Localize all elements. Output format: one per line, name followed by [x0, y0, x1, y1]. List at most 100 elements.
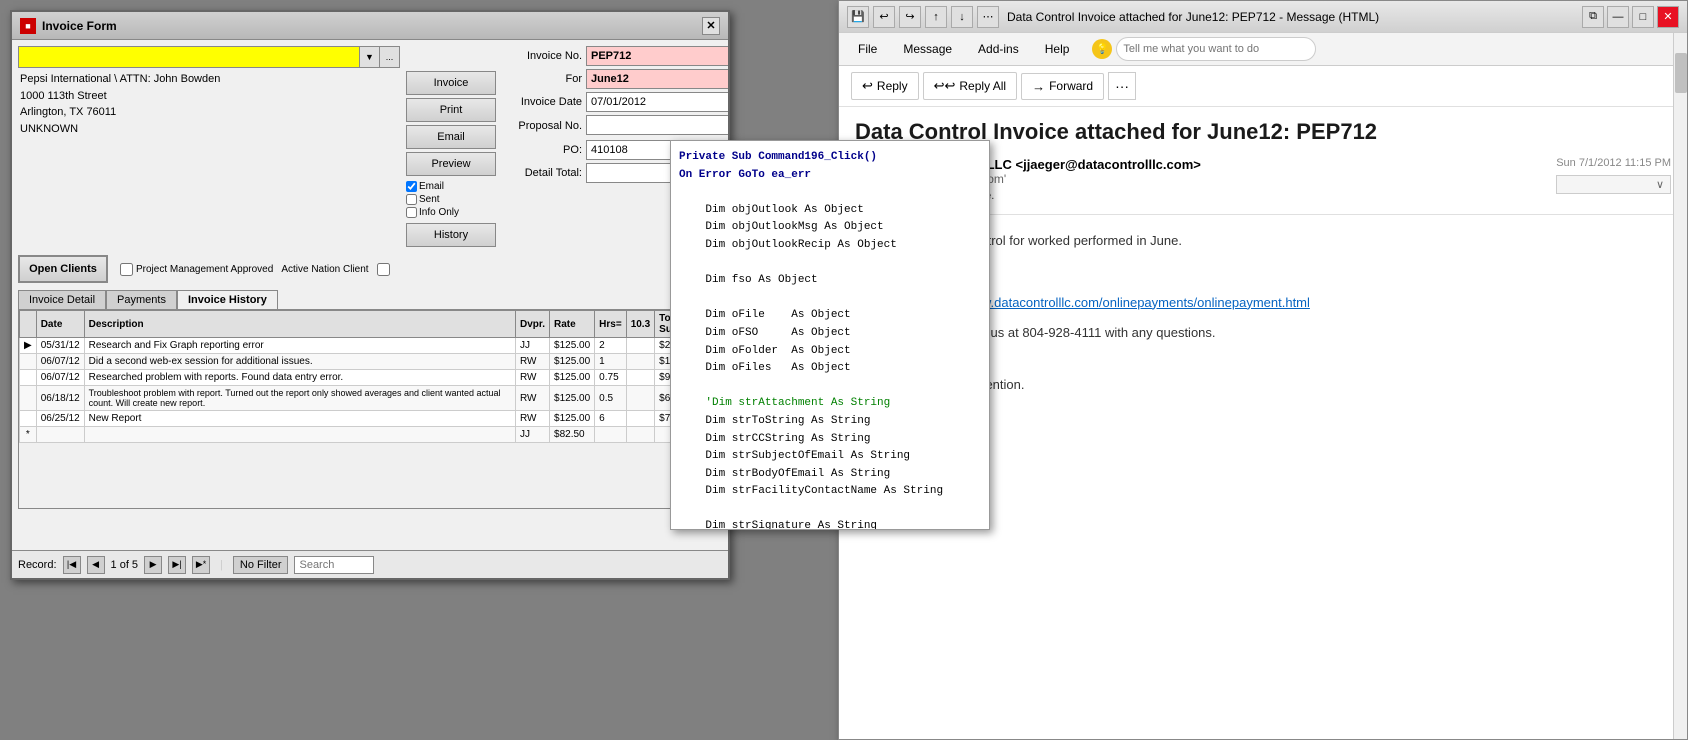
up-icon[interactable]: ↑ — [925, 6, 947, 28]
save-icon[interactable]: 💾 — [847, 6, 869, 28]
maximize-icon[interactable]: □ — [1632, 6, 1654, 28]
search-input[interactable] — [294, 556, 374, 574]
code-popup: Private Sub Command196_Click() On Error … — [670, 140, 990, 530]
open-clients-button[interactable]: Open Clients — [18, 255, 108, 283]
email-checkbox-item[interactable]: Email — [406, 181, 496, 192]
cell-rate: $125.00 — [550, 354, 595, 370]
cell-103 — [626, 370, 654, 386]
email-checkbox[interactable] — [406, 181, 417, 192]
prev-record-button[interactable]: ◀ — [87, 556, 105, 574]
invoice-date-input[interactable] — [586, 92, 728, 112]
sent-checkbox-item[interactable]: Sent — [406, 194, 496, 205]
table-row: 06/07/12 Researched problem with reports… — [20, 370, 721, 386]
code-line: Dim strSignature As String — [679, 518, 981, 530]
cell-date: 06/25/12 — [36, 411, 84, 427]
cell-103 — [626, 338, 654, 354]
popout-icon[interactable]: ⧉ — [1582, 6, 1604, 28]
first-record-button[interactable]: |◀ — [63, 556, 81, 574]
proposal-no-input[interactable] — [586, 115, 728, 135]
record-label: Record: — [18, 559, 57, 571]
clients-row: Open Clients Project Management Approved… — [18, 251, 722, 287]
pm-approved-checkbox[interactable] — [120, 263, 133, 276]
dropdown-arrow-icon[interactable]: ▼ — [360, 46, 380, 68]
no-filter-button[interactable]: No Filter — [233, 556, 289, 574]
reply-button[interactable]: ↩ Reply — [851, 72, 919, 100]
scrollbar[interactable] — [1673, 33, 1687, 739]
for-row: For — [502, 69, 722, 89]
email-ribbon: File Message Add-ins Help 💡 — [839, 33, 1687, 66]
col-arrow — [20, 311, 37, 338]
proposal-no-label: Proposal No. — [502, 120, 582, 132]
table-row: 06/07/12 Did a second web-ex session for… — [20, 354, 721, 370]
expand-button[interactable]: ∨ — [1556, 175, 1671, 194]
client-input[interactable] — [18, 46, 360, 68]
browse-button[interactable]: ... — [380, 46, 400, 68]
col-description: Description — [84, 311, 515, 338]
email-button[interactable]: Email — [406, 125, 496, 149]
row-arrow — [20, 386, 37, 411]
email-meta: Sun 7/1/2012 11:15 PM ∨ — [1556, 157, 1671, 194]
po-label: PO: — [502, 144, 582, 156]
info-only-checkbox[interactable] — [406, 207, 417, 218]
for-input[interactable] — [586, 69, 728, 89]
email-window-title: Data Control Invoice attached for June12… — [1007, 10, 1574, 24]
cell-dvpr: RW — [516, 386, 550, 411]
tell-me-input[interactable] — [1116, 37, 1316, 61]
client-address: Pepsi International \ ATTN: John Bowden … — [18, 71, 400, 137]
reply-icon: ↩ — [862, 78, 873, 94]
undo-icon[interactable]: ↩ — [873, 6, 895, 28]
close-icon[interactable]: ✕ — [1657, 6, 1679, 28]
minimize-icon[interactable]: — — [1607, 6, 1629, 28]
forward-button[interactable]: → Forward — [1021, 73, 1104, 100]
code-line: Dim strCCString As String — [679, 431, 981, 449]
tab-invoice-detail[interactable]: Invoice Detail — [18, 290, 106, 309]
window-controls: ⧉ — □ ✕ — [1582, 6, 1679, 28]
new-record-button[interactable]: ▶* — [192, 556, 210, 574]
ribbon-tab-file[interactable]: File — [847, 37, 888, 61]
tab-invoice-history[interactable]: Invoice History — [177, 290, 278, 309]
print-button[interactable]: Print — [406, 98, 496, 122]
status-bar: Record: |◀ ◀ 1 of 5 ▶ ▶| ▶* | No Filter — [12, 550, 728, 578]
ribbon-tab-message[interactable]: Message — [892, 37, 963, 61]
pm-approved-checkbox-item[interactable]: Project Management Approved — [120, 263, 273, 276]
more-icon[interactable]: ⋯ — [977, 6, 999, 28]
address-line1: Pepsi International \ ATTN: John Bowden — [20, 71, 400, 88]
cell-date: 05/31/12 — [36, 338, 84, 354]
last-record-button[interactable]: ▶| — [168, 556, 186, 574]
cell-hrs — [595, 427, 627, 443]
invoice-no-label: Invoice No. — [502, 50, 582, 62]
row-arrow — [20, 411, 37, 427]
cell-description: New Report — [84, 411, 515, 427]
invoice-no-input[interactable] — [586, 46, 728, 66]
email-date: Sun 7/1/2012 11:15 PM — [1556, 157, 1671, 169]
info-only-checkbox-label: Info Only — [419, 207, 459, 218]
redo-icon[interactable]: ↪ — [899, 6, 921, 28]
form-body: ▼ ... Pepsi International \ ATTN: John B… — [12, 40, 728, 578]
sender-name: Data Control LLC <jjaeger@datacontrolllc… — [905, 157, 1546, 172]
sent-checkbox[interactable] — [406, 194, 417, 205]
next-record-button[interactable]: ▶ — [144, 556, 162, 574]
code-line: Dim oFSO As Object — [679, 325, 981, 343]
tab-payments[interactable]: Payments — [106, 290, 177, 309]
preview-button[interactable]: Preview — [406, 152, 496, 176]
tabs-row: Invoice Detail Payments Invoice History — [18, 290, 722, 309]
close-icon[interactable]: ✕ — [702, 17, 720, 35]
history-button[interactable]: History — [406, 223, 496, 247]
active-nation-checkbox[interactable] — [377, 263, 390, 276]
down-icon[interactable]: ↓ — [951, 6, 973, 28]
col-rate: Rate — [550, 311, 595, 338]
reply-all-button[interactable]: ↩↩ Reply All — [923, 72, 1017, 100]
ribbon-tab-help[interactable]: Help — [1034, 37, 1081, 61]
more-actions-button[interactable]: ··· — [1108, 72, 1136, 100]
lightbulb-icon: 💡 — [1092, 39, 1112, 59]
code-line: Dim fso As Object — [679, 272, 981, 290]
cell-hrs: 0.5 — [595, 386, 627, 411]
cell-date: 06/07/12 — [36, 370, 84, 386]
info-only-checkbox-item[interactable]: Info Only — [406, 207, 496, 218]
scrollbar-thumb — [1675, 53, 1687, 93]
ribbon-tab-addins[interactable]: Add-ins — [967, 37, 1030, 61]
invoice-button[interactable]: Invoice — [406, 71, 496, 95]
pm-approved-label: Project Management Approved — [136, 264, 273, 275]
invoice-date-label: Invoice Date — [502, 96, 582, 108]
table-body: ▶ 05/31/12 Research and Fix Graph report… — [20, 338, 721, 443]
